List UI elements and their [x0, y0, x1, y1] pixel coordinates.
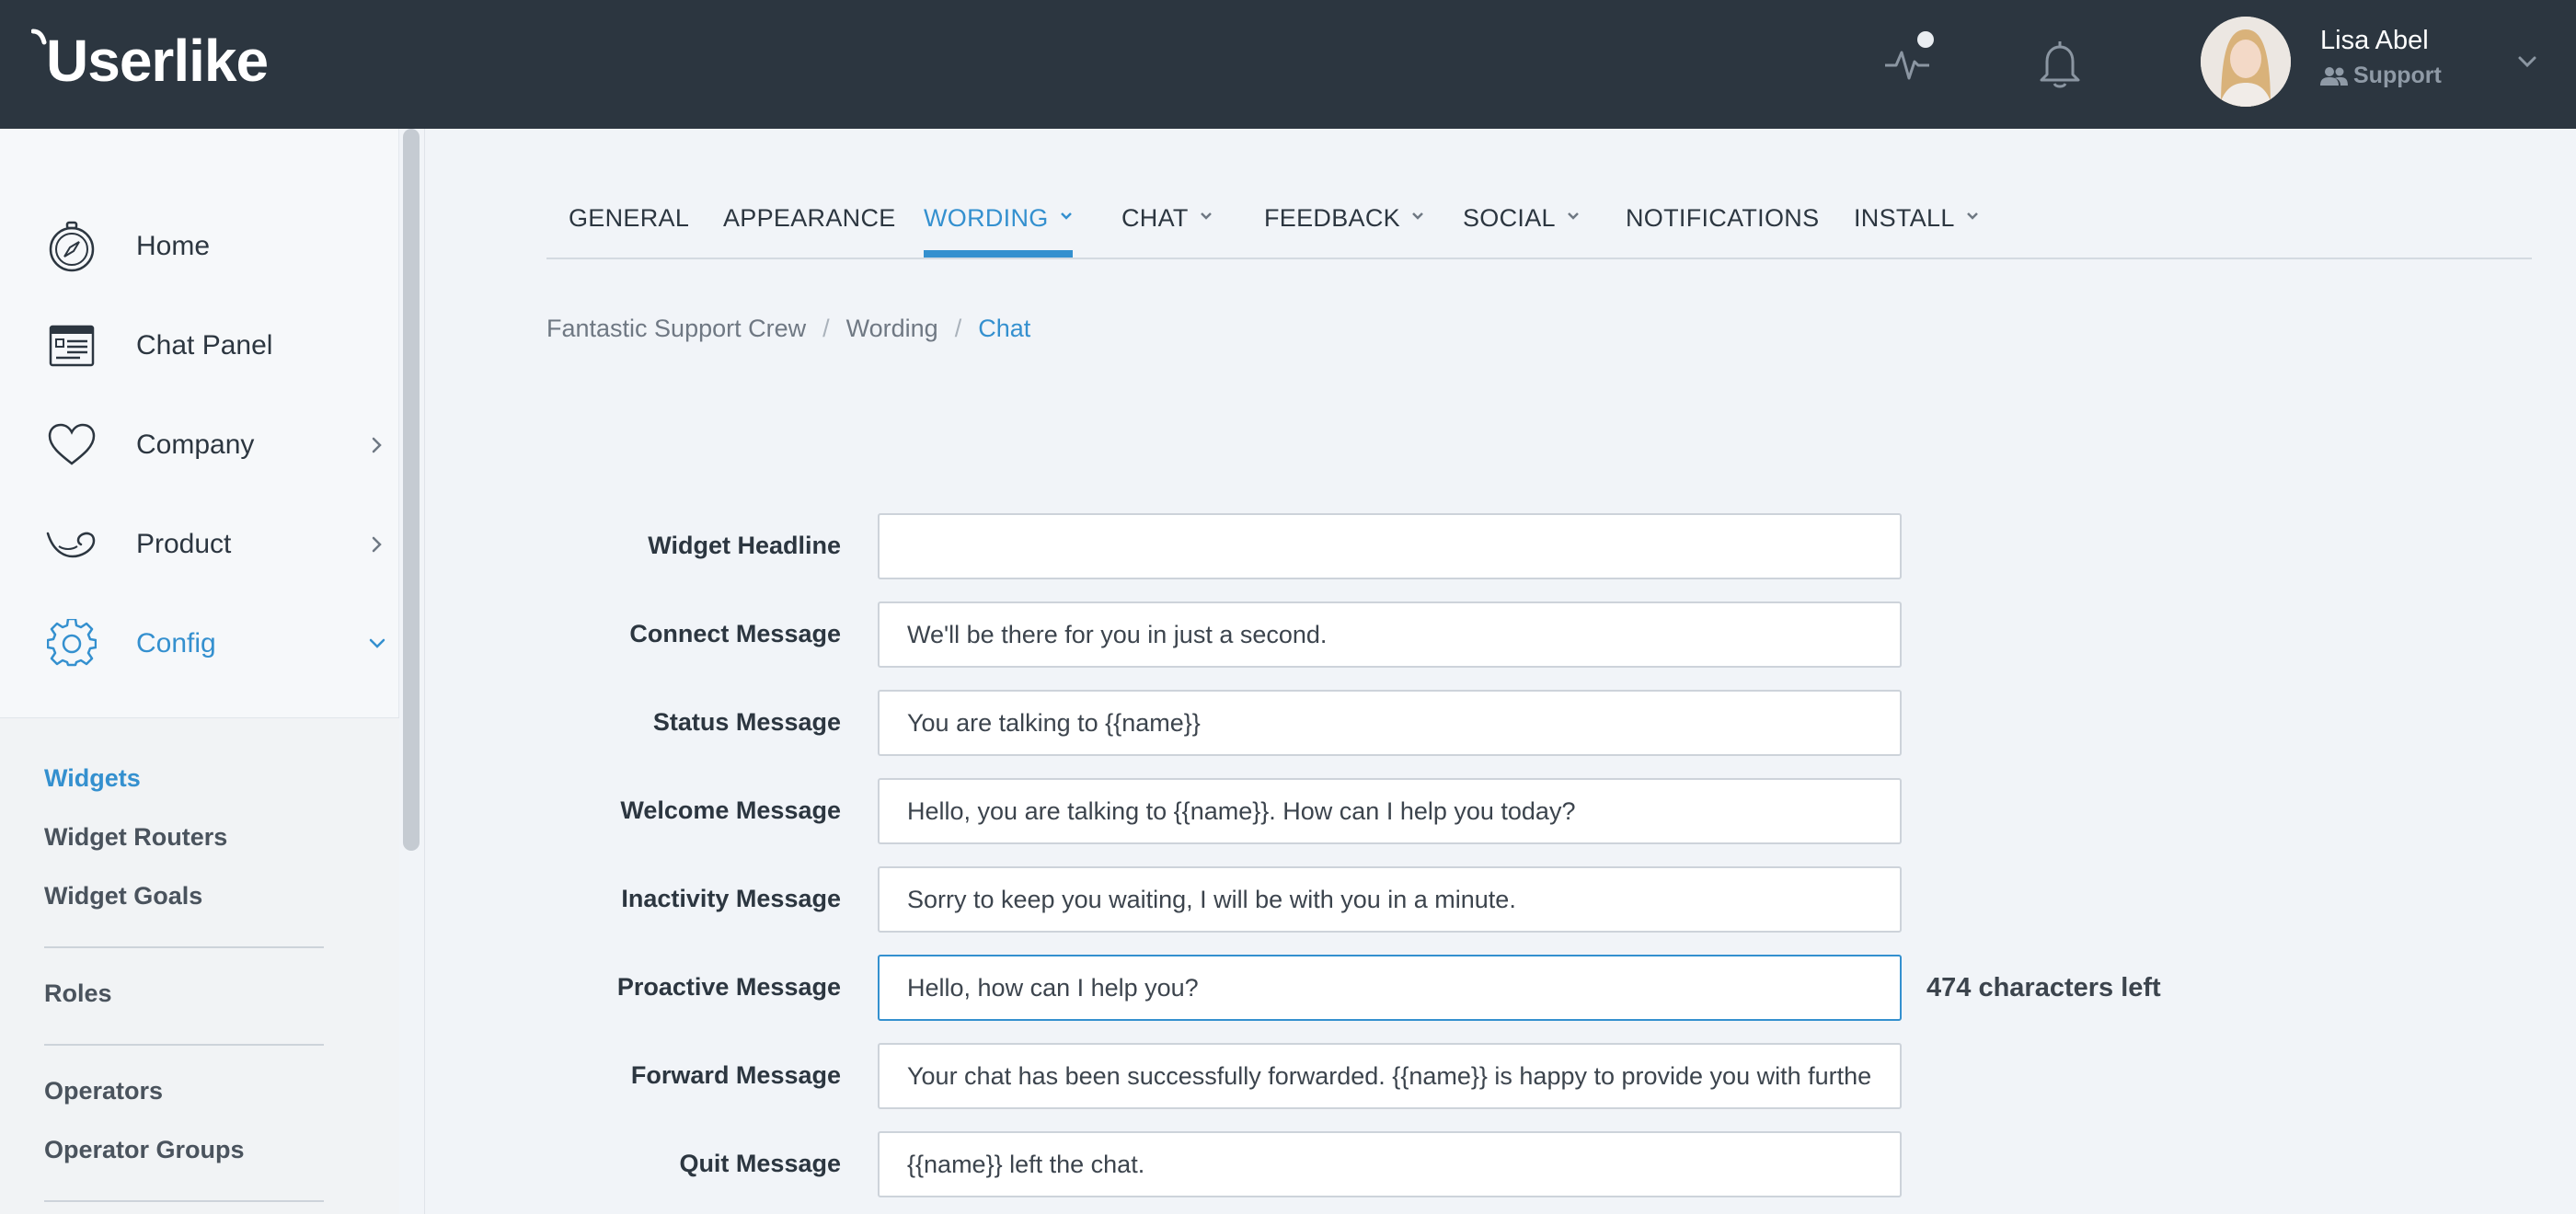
form-row-inactivity-message: Inactivity Message	[546, 866, 2221, 933]
field-label: Status Message	[652, 708, 841, 736]
breadcrumb-current: Chat	[978, 315, 1031, 342]
breadcrumb-separator: /	[822, 315, 830, 342]
heart-icon	[44, 418, 99, 473]
form-row-proactive-message: Proactive Message 474 characters left	[546, 955, 2221, 1021]
submenu-divider	[44, 1200, 324, 1202]
field-label: Forward Message	[630, 1061, 841, 1089]
chevron-down-icon	[1966, 212, 1978, 220]
active-tab-indicator	[924, 250, 1073, 258]
tab-label: SOCIAL	[1463, 204, 1556, 232]
notifications-button[interactable]	[2028, 31, 2092, 96]
form-row-connect-message: Connect Message	[546, 601, 2221, 668]
chevron-down-icon	[1412, 212, 1423, 220]
sidebar-item-label: Home	[136, 231, 211, 261]
field-label: Widget Headline	[648, 532, 841, 559]
sidebar-item-chat-panel[interactable]: Chat Panel	[0, 309, 399, 383]
tab-label: WORDING	[924, 204, 1049, 232]
tab-install[interactable]: INSTALL	[1854, 204, 1981, 258]
sidebar-item-label: Product	[136, 529, 232, 559]
breadcrumb-item[interactable]: Fantastic Support Crew	[546, 315, 806, 343]
submenu-item-widget-goals[interactable]: Widget Goals	[44, 882, 202, 910]
tab-label: FEEDBACK	[1264, 204, 1400, 232]
field-label: Proactive Message	[616, 973, 841, 1001]
sidebar-item-config[interactable]: Config	[0, 607, 399, 681]
chevron-down-icon	[1200, 212, 1212, 220]
field-label: Welcome Message	[620, 796, 841, 824]
top-bar: Userlike Lisa Abel Support	[0, 0, 2576, 129]
submenu-item-operator-groups[interactable]: Operator Groups	[44, 1136, 245, 1164]
product-icon	[44, 517, 99, 572]
bell-icon	[2040, 41, 2080, 88]
tab-feedback[interactable]: FEEDBACK	[1264, 204, 1426, 258]
submenu-divider	[44, 946, 324, 948]
inactivity-message-field[interactable]	[878, 866, 1902, 933]
logo-hook-icon	[31, 29, 47, 45]
breadcrumb: Fantastic Support Crew / Wording / Chat	[546, 315, 1030, 343]
activity-icon	[1885, 51, 1929, 80]
tab-label: NOTIFICATIONS	[1626, 204, 1820, 232]
avatar[interactable]	[2201, 17, 2291, 107]
sidebar-item-home[interactable]: Home	[0, 210, 399, 283]
widget-headline-field[interactable]	[878, 513, 1902, 579]
submenu-item-widgets[interactable]: Widgets	[44, 764, 141, 793]
sidebar-scrollbar[interactable]	[403, 129, 420, 851]
proactive-message-field[interactable]	[878, 955, 1902, 1021]
tab-label: APPEARANCE	[723, 204, 896, 232]
sidebar-item-company[interactable]: Company	[0, 408, 399, 482]
submenu-item-widget-routers[interactable]: Widget Routers	[44, 823, 227, 852]
field-label: Inactivity Message	[621, 885, 841, 912]
submenu-divider	[44, 1044, 324, 1046]
gear-icon	[44, 616, 99, 671]
breadcrumb-item[interactable]: Wording	[846, 315, 938, 343]
user-photo	[2201, 17, 2291, 107]
field-label: Quit Message	[679, 1150, 841, 1177]
status-message-field[interactable]	[878, 690, 1902, 756]
config-submenu: Widgets Widget Routers Widget Goals Role…	[0, 717, 399, 1214]
form-row-quit-message: Quit Message	[546, 1131, 2221, 1197]
quit-message-field[interactable]	[878, 1131, 1902, 1197]
settings-tabs: GENERAL APPEARANCE WORDING CHAT FEEDBACK…	[546, 188, 2532, 259]
sidebar-item-label: Chat Panel	[136, 330, 273, 361]
chat-panel-icon	[44, 318, 99, 373]
user-name[interactable]: Lisa Abel	[2320, 26, 2429, 56]
tab-appearance[interactable]: APPEARANCE	[723, 204, 896, 258]
tab-label: CHAT	[1121, 204, 1189, 232]
activity-button[interactable]	[1877, 31, 1941, 96]
welcome-message-field[interactable]	[878, 778, 1902, 844]
user-role: Support	[2320, 63, 2442, 89]
tab-general[interactable]: GENERAL	[569, 204, 689, 258]
characters-left-counter: 474 characters left	[1926, 973, 2161, 1002]
notification-dot	[1917, 31, 1934, 48]
tab-notifications[interactable]: NOTIFICATIONS	[1626, 204, 1819, 258]
compass-icon	[44, 219, 99, 274]
sidebar-item-product[interactable]: Product	[0, 508, 399, 581]
chevron-down-icon[interactable]	[2512, 46, 2543, 77]
forward-message-field[interactable]	[878, 1043, 1902, 1109]
chevron-right-icon	[372, 437, 382, 453]
sidebar-item-label: Company	[136, 429, 255, 460]
users-icon	[2320, 66, 2348, 86]
form-row-welcome-message: Welcome Message	[546, 778, 2221, 844]
sidebar-item-label: Config	[136, 628, 216, 659]
user-role-label: Support	[2353, 63, 2442, 88]
tab-social[interactable]: SOCIAL	[1463, 204, 1581, 258]
sidebar: Home Chat Panel Company Product Config W…	[0, 129, 399, 1214]
chevron-down-icon	[1567, 212, 1579, 220]
tab-label: GENERAL	[569, 204, 690, 232]
field-label: Connect Message	[629, 620, 841, 647]
form-row-status-message: Status Message	[546, 690, 2221, 756]
tab-chat[interactable]: CHAT	[1121, 204, 1214, 258]
userlike-logo[interactable]: Userlike	[29, 24, 269, 97]
submenu-item-roles[interactable]: Roles	[44, 979, 112, 1008]
connect-message-field[interactable]	[878, 601, 1902, 668]
chevron-right-icon	[372, 536, 382, 553]
logo-text: Userlike	[46, 28, 269, 94]
form-row-widget-headline: Widget Headline	[546, 513, 2221, 579]
breadcrumb-separator: /	[954, 315, 962, 342]
chevron-down-icon	[1060, 212, 1072, 220]
tab-label: INSTALL	[1854, 204, 1955, 232]
chevron-down-icon	[369, 638, 385, 648]
form-row-forward-message: Forward Message	[546, 1043, 2221, 1109]
submenu-item-operators[interactable]: Operators	[44, 1077, 163, 1105]
